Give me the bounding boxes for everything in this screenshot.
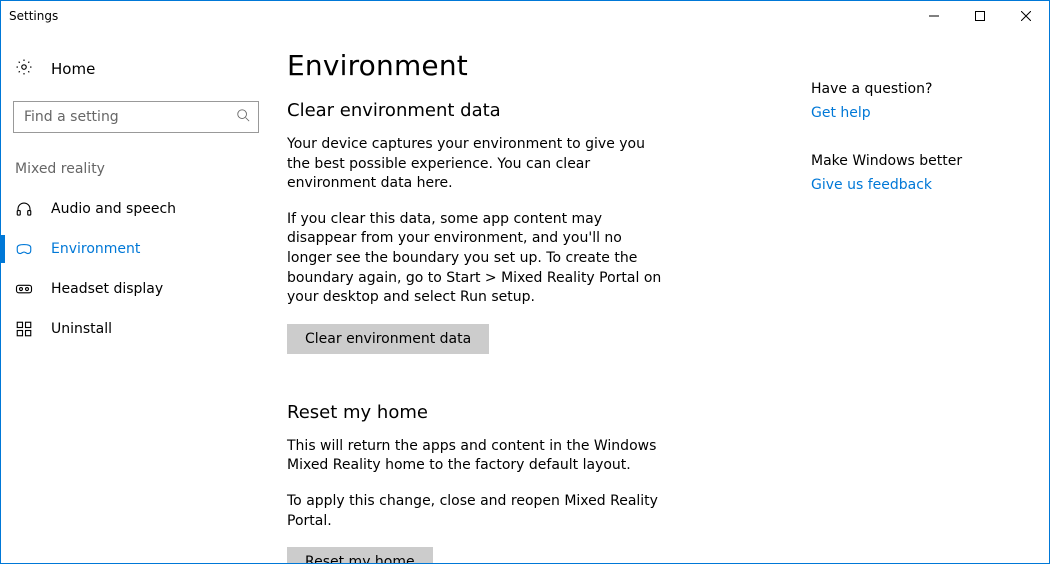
page-title: Environment: [287, 49, 771, 82]
uninstall-icon: [15, 320, 33, 338]
section-title-clear: Clear environment data: [287, 100, 771, 121]
main: Environment Clear environment data Your …: [271, 31, 1049, 563]
right-rail: Have a question? Get help Make Windows b…: [771, 49, 1049, 563]
headset-icon: [15, 200, 33, 218]
close-icon: [1021, 11, 1031, 21]
search-box[interactable]: [13, 101, 259, 133]
maximize-icon: [975, 11, 985, 21]
sidebar-home[interactable]: Home: [1, 49, 271, 89]
home-icon: [15, 58, 33, 80]
window-title: Settings: [9, 9, 58, 23]
sidebar-item-label: Environment: [51, 241, 140, 257]
headset-display-icon: [15, 280, 33, 298]
search-input[interactable]: [14, 102, 258, 132]
maximize-button[interactable]: [957, 1, 1003, 31]
section-title-reset: Reset my home: [287, 402, 771, 423]
give-feedback-link[interactable]: Give us feedback: [811, 177, 932, 193]
minimize-icon: [929, 11, 939, 21]
sidebar-item-uninstall[interactable]: Uninstall: [1, 309, 271, 349]
sidebar-item-label: Uninstall: [51, 321, 112, 337]
home-label: Home: [51, 60, 95, 78]
search-icon: [236, 108, 250, 126]
mixed-reality-icon: [15, 240, 33, 258]
minimize-button[interactable]: [911, 1, 957, 31]
question-heading: Have a question?: [811, 81, 1049, 97]
search-wrap: [1, 101, 271, 133]
clear-paragraph-2: If you clear this data, some app content…: [287, 210, 667, 308]
titlebar: Settings: [1, 1, 1049, 31]
sidebar-item-label: Headset display: [51, 281, 163, 297]
sidebar-item-label: Audio and speech: [51, 201, 176, 217]
reset-paragraph-2: To apply this change, close and reopen M…: [287, 492, 667, 531]
content: Environment Clear environment data Your …: [271, 49, 771, 563]
sidebar-item-environment[interactable]: Environment: [1, 229, 271, 269]
clear-paragraph-1: Your device captures your environment to…: [287, 135, 667, 194]
clear-environment-button[interactable]: Clear environment data: [287, 324, 489, 354]
window-controls: [911, 1, 1049, 31]
close-button[interactable]: [1003, 1, 1049, 31]
reset-paragraph-1: This will return the apps and content in…: [287, 437, 667, 476]
sidebar-category: Mixed reality: [1, 133, 271, 189]
get-help-link[interactable]: Get help: [811, 105, 871, 121]
reset-home-button[interactable]: Reset my home: [287, 547, 433, 563]
settings-window: Settings Home: [0, 0, 1050, 564]
sidebar: Home Mixed reality Audio and speech: [1, 31, 271, 563]
sidebar-item-audio-speech[interactable]: Audio and speech: [1, 189, 271, 229]
feedback-heading: Make Windows better: [811, 153, 1049, 169]
body: Home Mixed reality Audio and speech: [1, 31, 1049, 563]
sidebar-item-headset-display[interactable]: Headset display: [1, 269, 271, 309]
